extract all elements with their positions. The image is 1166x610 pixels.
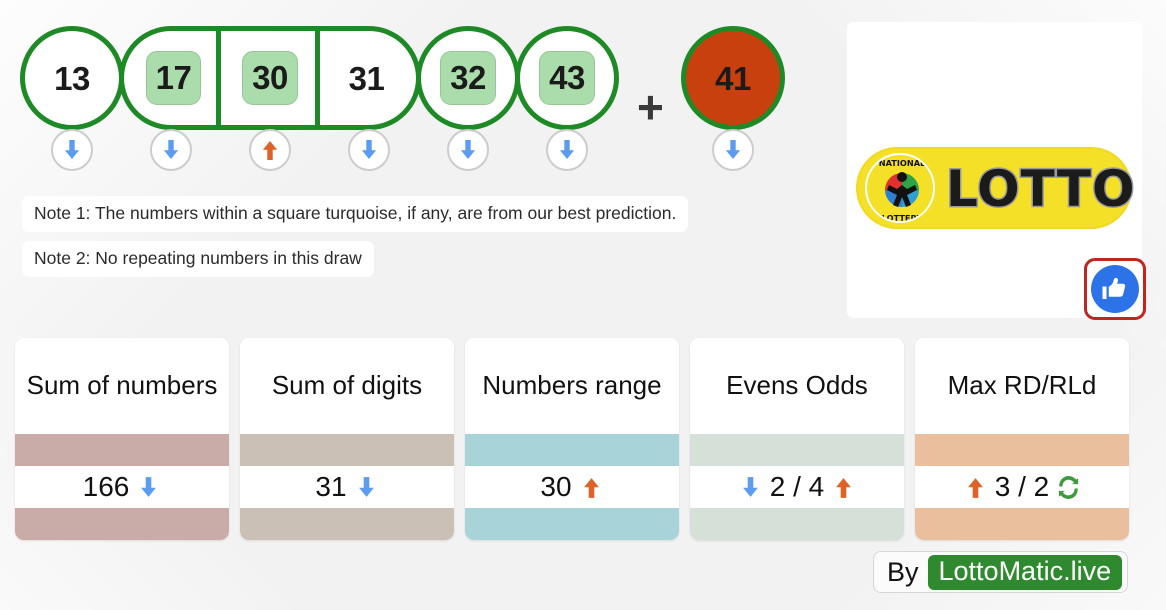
stat-card-value-row: 3 / 2 bbox=[915, 466, 1129, 508]
stat-card-band-bottom bbox=[690, 508, 904, 540]
stat-card-value-row: 2 / 4 bbox=[690, 466, 904, 508]
lottery-ball: 17 bbox=[119, 26, 223, 130]
thumbs-up-icon bbox=[1091, 265, 1139, 313]
stat-card-value-row: 166 bbox=[15, 466, 229, 508]
stat-card-value: 31 bbox=[315, 471, 347, 502]
stat-card: Sum of digits 31 bbox=[240, 338, 454, 540]
ball-group-divider bbox=[216, 26, 221, 130]
lottery-ball: 13 bbox=[20, 26, 124, 130]
svg-text:NATIONAL: NATIONAL bbox=[879, 158, 926, 168]
national-lottery-emblem-icon: NATIONAL LOTTERY bbox=[865, 153, 935, 223]
arrow-down-icon bbox=[456, 138, 480, 162]
lotto-brand-pill: NATIONAL LOTTERY LOTTO bbox=[858, 149, 1136, 227]
lottery-ball: 32 bbox=[416, 26, 520, 130]
stat-card-title: Sum of digits bbox=[271, 370, 423, 401]
stat-card-band-bottom bbox=[915, 508, 1129, 540]
arrow-up-icon bbox=[258, 138, 282, 162]
ball-trend-badge bbox=[348, 129, 390, 171]
stat-card-title: Sum of numbers bbox=[26, 370, 218, 401]
stat-card: Numbers range 30 bbox=[465, 338, 679, 540]
bonus-ball-number: 41 bbox=[715, 59, 751, 97]
stat-card-value-row: 31 bbox=[240, 466, 454, 508]
note-2: Note 2: No repeating numbers in this dra… bbox=[22, 241, 374, 277]
stat-card-value: 3 / 2 bbox=[994, 471, 1050, 502]
refresh-icon bbox=[1056, 475, 1081, 500]
stat-card-band-top bbox=[15, 434, 229, 466]
stat-card-value: 30 bbox=[540, 471, 572, 502]
ball-group-divider bbox=[315, 26, 320, 130]
stat-card: Max RD/RLd 3 / 2 bbox=[915, 338, 1129, 540]
like-button[interactable] bbox=[1084, 258, 1146, 320]
statistics-cards: Sum of numbers 166 Sum of digits 31 Number… bbox=[15, 338, 1151, 540]
ball-number: 13 bbox=[54, 59, 90, 97]
bonus-ball-trend-badge bbox=[712, 129, 754, 171]
arrow-down-icon bbox=[555, 138, 579, 162]
arrow-up-icon bbox=[963, 475, 988, 500]
arrow-down-icon bbox=[159, 138, 183, 162]
arrow-down-icon bbox=[357, 138, 381, 162]
stat-card-value: 166 bbox=[82, 471, 130, 502]
stat-card-band-bottom bbox=[240, 508, 454, 540]
stat-card-band-top bbox=[240, 434, 454, 466]
ball-number: 30 bbox=[242, 51, 298, 105]
brand-label: LottoMatic.live bbox=[927, 554, 1123, 590]
by-label: By bbox=[887, 556, 919, 587]
stat-card-band-top bbox=[690, 434, 904, 466]
stat-card-title: Max RD/RLd bbox=[947, 370, 1097, 401]
lottery-ball: 30 bbox=[216, 26, 322, 130]
stat-card: Sum of numbers 166 bbox=[15, 338, 229, 540]
ball-trend-badge bbox=[249, 129, 291, 171]
svg-text:LOTTERY: LOTTERY bbox=[882, 213, 924, 223]
bonus-ball: 41 bbox=[681, 26, 785, 130]
stat-card-band-top bbox=[465, 434, 679, 466]
stat-card-band-bottom bbox=[15, 508, 229, 540]
ball-trend-badge bbox=[51, 129, 93, 171]
stat-card-value: 2 / 4 bbox=[769, 471, 825, 502]
draw-numbers-area: 13 17 30 31 32 43 +41 bbox=[0, 0, 840, 185]
arrow-down-icon bbox=[136, 475, 161, 500]
ball-number: 32 bbox=[440, 51, 496, 105]
ball-trend-badge bbox=[546, 129, 588, 171]
ball-number: 31 bbox=[348, 59, 385, 97]
arrow-down-icon bbox=[60, 138, 84, 162]
site-credit[interactable]: By LottoMatic.live bbox=[873, 551, 1129, 593]
plus-separator: + bbox=[637, 81, 664, 133]
stat-card-title: Evens Odds bbox=[726, 370, 868, 401]
lottery-ball: 31 bbox=[315, 26, 421, 130]
ball-number: 17 bbox=[145, 51, 202, 105]
stat-card-title: Numbers range bbox=[482, 370, 662, 401]
stat-card-value-row: 30 bbox=[465, 466, 679, 508]
lotto-wordmark: LOTTO bbox=[944, 159, 1136, 220]
note-1: Note 1: The numbers within a square turq… bbox=[22, 196, 689, 232]
arrow-up-icon bbox=[831, 475, 856, 500]
arrow-down-icon bbox=[738, 475, 763, 500]
ball-number: 43 bbox=[539, 51, 595, 105]
stat-card-band-top bbox=[915, 434, 1129, 466]
stat-card-band-bottom bbox=[465, 508, 679, 540]
stat-card: Evens Odds 2 / 4 bbox=[690, 338, 904, 540]
ball-trend-badge bbox=[447, 129, 489, 171]
arrow-up-icon bbox=[579, 475, 604, 500]
lottery-ball: 43 bbox=[515, 26, 619, 130]
arrow-down-icon bbox=[354, 475, 379, 500]
arrow-down-icon bbox=[721, 138, 745, 162]
ball-trend-badge bbox=[150, 129, 192, 171]
